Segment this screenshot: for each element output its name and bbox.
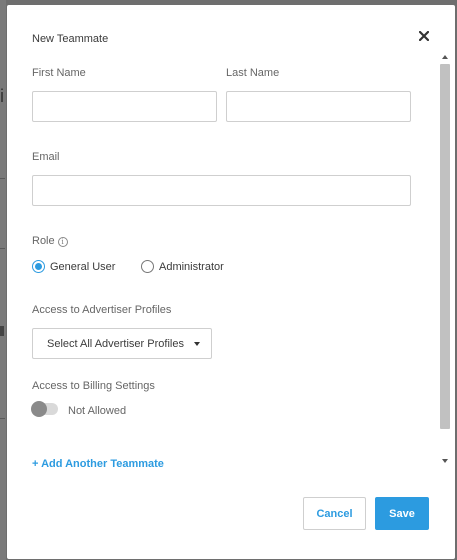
role-label-text: Role: [32, 235, 55, 247]
close-button[interactable]: [413, 25, 435, 47]
background-text: i: [0, 86, 4, 106]
last-name-label: Last Name: [226, 67, 280, 79]
add-another-teammate-link[interactable]: + Add Another Teammate: [32, 458, 164, 470]
background-divider: [0, 418, 5, 419]
last-name-field[interactable]: [226, 91, 411, 122]
background-divider: [0, 248, 5, 249]
background-divider: [0, 178, 5, 179]
first-name-label: First Name: [32, 67, 86, 79]
role-option-administrator[interactable]: Administrator: [141, 260, 224, 273]
scroll-down-arrow-icon[interactable]: [442, 459, 448, 463]
email-field[interactable]: [32, 175, 411, 206]
advertiser-profiles-label: Access to Advertiser Profiles: [32, 304, 172, 316]
new-teammate-modal: New Teammate First Name Last Name Email …: [7, 5, 455, 559]
advertiser-profiles-select[interactable]: Select All Advertiser Profiles: [32, 328, 212, 359]
first-name-field[interactable]: [32, 91, 217, 122]
billing-toggle[interactable]: [31, 401, 58, 417]
role-option-label: Administrator: [159, 260, 224, 273]
caret-down-icon: [193, 341, 200, 346]
role-option-general-user[interactable]: General User: [32, 260, 115, 273]
cancel-button[interactable]: Cancel: [303, 497, 366, 530]
save-button[interactable]: Save: [375, 497, 429, 530]
email-label: Email: [32, 151, 60, 163]
radio-administrator[interactable]: [141, 260, 154, 273]
billing-state-text: Not Allowed: [68, 405, 127, 417]
role-option-label: General User: [50, 260, 116, 273]
info-icon[interactable]: i: [57, 237, 68, 247]
role-label: Role i: [32, 235, 68, 247]
scroll-up-arrow-icon[interactable]: [442, 55, 448, 59]
billing-label: Access to Billing Settings: [32, 380, 155, 392]
background-mark: [0, 326, 4, 336]
modal-title: New Teammate: [32, 33, 109, 45]
radio-general-user[interactable]: [32, 260, 45, 273]
advertiser-profiles-selected: Select All Advertiser Profiles: [47, 337, 184, 350]
close-icon: [419, 31, 429, 41]
background-page: [0, 0, 6, 560]
toggle-knob: [31, 401, 47, 417]
scroll-thumb[interactable]: [440, 64, 450, 429]
scrollbar[interactable]: [439, 49, 451, 469]
